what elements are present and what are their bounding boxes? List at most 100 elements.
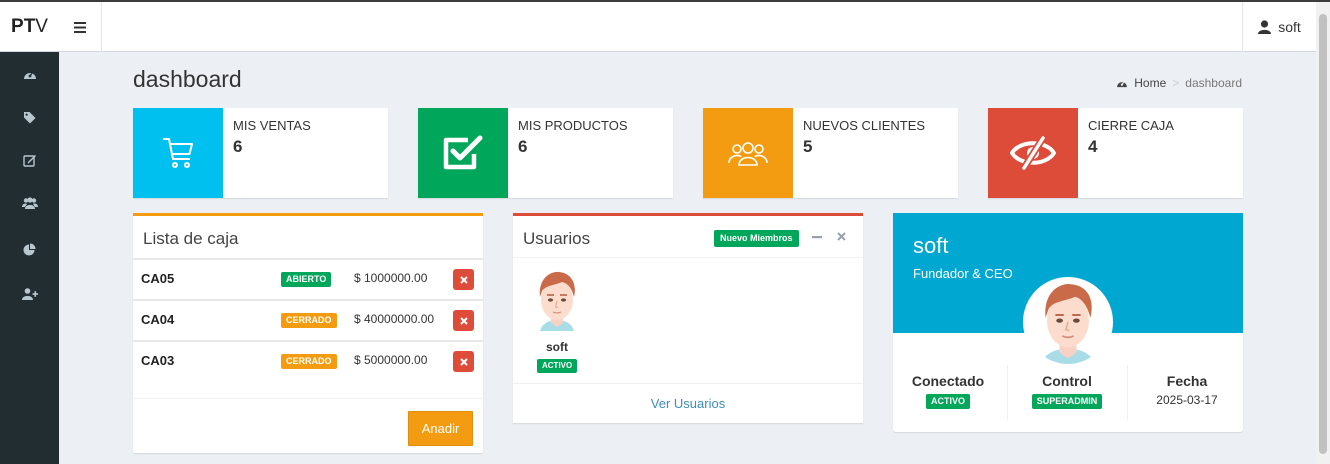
status-badge: ACTIVO [925, 394, 970, 409]
divider [513, 383, 863, 384]
profile-role: Fundador & CEO [913, 266, 1013, 281]
sidebar-item-reports[interactable] [0, 229, 59, 269]
stat-fecha: Fecha 2025-03-17 [1132, 373, 1242, 407]
sidebar-item-add-user[interactable] [0, 274, 59, 314]
app-logo[interactable]: PT V [0, 2, 59, 52]
logo-bold-text: PT [11, 15, 36, 37]
user-name[interactable]: soft [532, 340, 582, 354]
table-row: CA03 CERRADO $ 5000000.00 [133, 340, 483, 399]
page-title: dashboard [133, 66, 242, 92]
page-scrollbar[interactable] [1316, 2, 1330, 464]
info-box-label: MIS PRODUCTOS [518, 118, 628, 133]
delete-button[interactable] [453, 269, 474, 290]
breadcrumb-home-link[interactable]: Home [1134, 76, 1166, 90]
eye-slash-icon [1010, 136, 1056, 170]
close-icon [837, 232, 846, 241]
caja-code: CA03 [141, 353, 175, 368]
table-row: CA05 ABIERTO $ 1000000.00 [133, 258, 483, 298]
minus-icon [812, 236, 822, 239]
info-box-value: 4 [1088, 137, 1098, 156]
table-row: CA04 CERRADO $ 40000000.00 [133, 299, 483, 339]
close-icon [459, 316, 468, 325]
status-badge: CERRADO [281, 354, 337, 369]
users-panel-title: Usuarios [523, 229, 591, 248]
dashboard-icon [1117, 80, 1128, 88]
stat-title: Control [1042, 373, 1092, 389]
profile-card: soft Fundador & CEO Conectado ACTIVO Con… [893, 213, 1243, 432]
avatar [1033, 280, 1103, 364]
user-status-badge: ACTIVO [537, 359, 578, 373]
cajas-panel: Lista de caja CA05 ABIERTO $ 1000000.00 … [133, 213, 483, 453]
info-box-label: NUEVOS CLIENTES [803, 118, 926, 133]
user-menu[interactable]: soft [1242, 2, 1316, 52]
scrollbar-thumb[interactable] [1319, 14, 1327, 454]
sidebar-item-products[interactable] [0, 97, 59, 137]
caja-code: CA05 [141, 271, 175, 286]
sidebar-toggle-button[interactable] [59, 2, 102, 52]
breadcrumb-current: dashboard [1185, 76, 1242, 90]
user-menu-name: soft [1278, 19, 1301, 35]
edit-icon [22, 154, 36, 167]
dashboard-icon [23, 71, 36, 79]
users-icon [21, 197, 38, 209]
user-icon [1258, 20, 1272, 34]
info-box-clientes[interactable]: NUEVOS CLIENTES 5 [703, 108, 958, 198]
caja-amount: $ 5000000.00 [354, 353, 428, 367]
caja-amount: $ 40000000.00 [354, 312, 435, 326]
view-users-link[interactable]: Ver Usuarios [513, 396, 863, 411]
info-box-cierre[interactable]: CIERRE CAJA 4 [988, 108, 1243, 198]
close-icon [459, 357, 468, 366]
top-navbar: soft [59, 2, 1316, 52]
divider [513, 257, 863, 258]
pie-chart-icon [23, 243, 36, 255]
delete-button[interactable] [453, 351, 474, 372]
stat-control: Control SUPERADMIN [1012, 373, 1122, 409]
info-box-value: 6 [233, 137, 243, 156]
stat-title: Fecha [1166, 373, 1208, 389]
stat-title: Conectado [911, 373, 985, 389]
info-box-value: 6 [518, 137, 528, 156]
logo-rest-text: V [35, 15, 48, 37]
stat-conectado: Conectado ACTIVO [893, 373, 1003, 409]
info-box-icon-area [703, 108, 793, 198]
breadcrumb-separator: > [1172, 76, 1180, 90]
close-icon [459, 275, 468, 284]
users-panel: Usuarios Nuevo Miembros soft ACTIVO Ver … [513, 213, 863, 423]
avatar [539, 271, 575, 331]
info-box-icon-area [988, 108, 1078, 198]
collapse-button[interactable] [812, 229, 822, 247]
breadcrumb: Home > dashboard [1116, 76, 1242, 90]
hamburger-icon [74, 21, 86, 33]
info-box-productos[interactable]: MIS PRODUCTOS 6 [418, 108, 673, 198]
check-square-icon [443, 135, 483, 170]
status-badge: ABIERTO [281, 272, 332, 287]
tag-icon [24, 111, 36, 123]
profile-name: soft [913, 233, 949, 258]
divider [1007, 365, 1008, 420]
role-badge: SUPERADMIN [1031, 394, 1103, 409]
info-box-icon-area [418, 108, 508, 198]
divider [1127, 365, 1128, 420]
status-badge: CERRADO [281, 313, 337, 328]
user-plus-icon [21, 288, 38, 300]
add-caja-button[interactable]: Anadir [408, 411, 473, 446]
stat-date: 2025-03-17 [1156, 393, 1218, 407]
remove-button[interactable] [837, 229, 846, 244]
info-box-label: CIERRE CAJA [1088, 118, 1174, 133]
user-avatar[interactable] [532, 267, 582, 337]
cajas-panel-title: Lista de caja [143, 229, 239, 248]
info-box-ventas[interactable]: MIS VENTAS 6 [133, 108, 388, 198]
sidebar-item-dashboard[interactable] [0, 54, 59, 94]
profile-avatar [1023, 277, 1113, 367]
caja-amount: $ 1000000.00 [354, 271, 428, 285]
info-box-label: MIS VENTAS [233, 118, 311, 133]
sidebar-item-users[interactable] [0, 183, 59, 223]
delete-button[interactable] [453, 310, 474, 331]
sidebar-item-edit[interactable] [0, 140, 59, 180]
info-box-icon-area [133, 108, 223, 198]
cart-icon [163, 138, 193, 168]
new-members-badge: Nuevo Miembros [714, 230, 799, 247]
info-box-value: 5 [803, 137, 813, 156]
sidebar [0, 52, 59, 464]
caja-code: CA04 [141, 312, 175, 327]
